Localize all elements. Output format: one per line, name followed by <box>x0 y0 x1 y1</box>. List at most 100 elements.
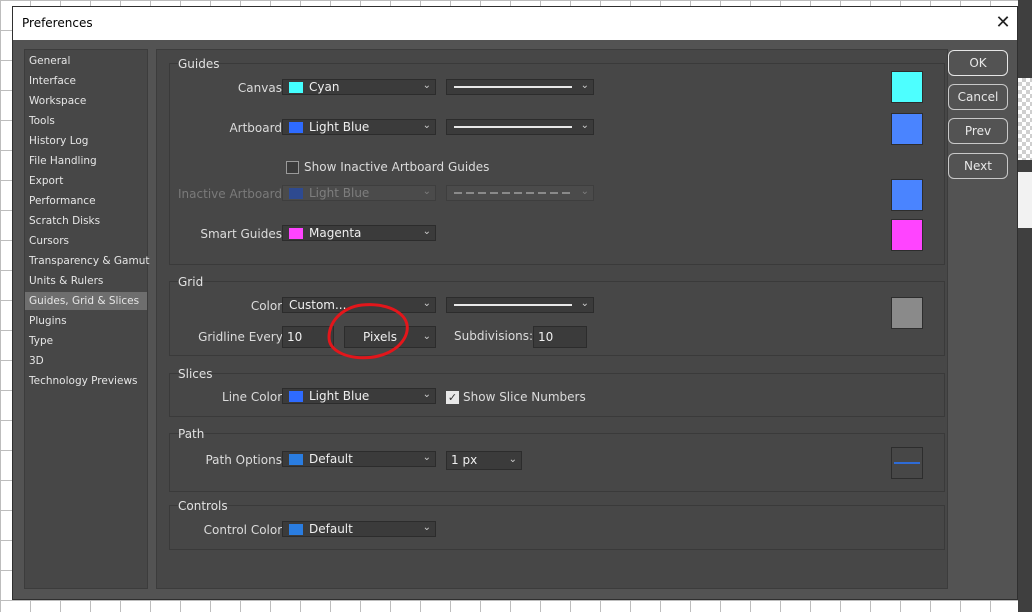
slices-title: Slices <box>178 367 213 381</box>
preferences-content: Guides Canvas: Cyan ⌄ ⌄ Artboard: Light … <box>156 49 948 589</box>
grid-color-value: Custom... <box>289 298 347 312</box>
chevron-down-icon: ⌄ <box>422 331 431 342</box>
chevron-down-icon: ⌄ <box>580 120 589 131</box>
smart-guides-color-swatch[interactable] <box>891 219 923 251</box>
sidebar-item-scratch-disks[interactable]: Scratch Disks <box>25 212 147 230</box>
cancel-button[interactable]: Cancel <box>948 84 1008 110</box>
guides-title: Guides <box>178 57 220 71</box>
artboard-color-chip <box>289 122 303 133</box>
chevron-down-icon: ⌄ <box>580 298 589 309</box>
solid-line-icon <box>454 126 572 128</box>
subdivisions-input[interactable]: 10 <box>533 326 587 348</box>
inactive-artboard-color-swatch[interactable] <box>891 179 923 211</box>
control-color-chip <box>289 524 303 535</box>
slice-line-color-chip <box>289 391 303 402</box>
inactive-artboard-line-style-dropdown: ⌄ <box>446 185 594 201</box>
prev-button[interactable]: Prev <box>948 118 1008 144</box>
sidebar-item-guides-grid-slices[interactable]: Guides, Grid & Slices <box>25 292 147 310</box>
sidebar-item-general[interactable]: General <box>25 52 147 70</box>
inactive-artboard-color-chip <box>289 188 303 199</box>
artboard-color-name: Light Blue <box>309 120 370 134</box>
chevron-down-icon: ⌄ <box>422 522 431 533</box>
canvas-color-dropdown[interactable]: Cyan ⌄ <box>282 79 436 95</box>
path-width-value: 1 px <box>451 453 478 467</box>
sidebar-item-type[interactable]: Type <box>25 332 147 350</box>
path-options-value: Default <box>309 452 353 466</box>
sidebar-item-history-log[interactable]: History Log <box>25 132 147 150</box>
chevron-down-icon: ⌄ <box>422 226 431 237</box>
inactive-artboard-color-dropdown: Light Blue ⌄ <box>282 185 436 201</box>
dashed-line-icon <box>454 192 572 194</box>
canvas-color-chip <box>289 82 303 93</box>
chevron-down-icon: ⌄ <box>422 120 431 131</box>
sidebar-item-file-handling[interactable]: File Handling <box>25 152 147 170</box>
chevron-down-icon: ⌄ <box>422 298 431 309</box>
chevron-down-icon: ⌄ <box>422 389 431 400</box>
gridline-every-label: Gridline Every: <box>198 330 286 344</box>
canvas-label: Canvas: <box>237 81 286 95</box>
subdivisions-label: Subdivisions: <box>454 329 534 343</box>
smart-guides-label: Smart Guides: <box>200 227 286 241</box>
path-options-label: Path Options: <box>205 453 286 467</box>
title-bar: Preferences ✕ <box>13 7 1017 40</box>
slice-line-color-name: Light Blue <box>309 389 370 403</box>
chevron-down-icon: ⌄ <box>508 454 517 465</box>
control-color-label: Control Color: <box>203 523 286 537</box>
sidebar-item-cursors[interactable]: Cursors <box>25 232 147 250</box>
control-color-dropdown[interactable]: Default ⌄ <box>282 521 436 537</box>
sidebar-item-3d[interactable]: 3D <box>25 352 147 370</box>
controls-title: Controls <box>178 499 228 513</box>
preferences-sidebar: General Interface Workspace Tools History Lo… <box>24 49 149 589</box>
show-slice-numbers-checkbox[interactable]: ✓ <box>446 391 459 404</box>
grid-line-style-dropdown[interactable]: ⌄ <box>446 297 594 313</box>
solid-line-icon <box>454 304 572 306</box>
sidebar-item-interface[interactable]: Interface <box>25 72 147 90</box>
solid-line-icon <box>454 86 572 88</box>
canvas-color-swatch[interactable] <box>891 71 923 103</box>
chevron-down-icon: ⌄ <box>422 186 431 197</box>
show-inactive-artboard-label: Show Inactive Artboard Guides <box>304 160 490 174</box>
sidebar-item-export[interactable]: Export <box>25 172 147 190</box>
show-slice-numbers-label: Show Slice Numbers <box>463 390 586 404</box>
sidebar-item-workspace[interactable]: Workspace <box>25 92 147 110</box>
sidebar-item-performance[interactable]: Performance <box>25 192 147 210</box>
chevron-down-icon: ⌄ <box>580 80 589 91</box>
grid-title: Grid <box>178 275 204 289</box>
smart-guides-color-dropdown[interactable]: Magenta ⌄ <box>282 225 436 241</box>
path-title: Path <box>178 427 205 441</box>
sidebar-item-tools[interactable]: Tools <box>25 112 147 130</box>
ok-button[interactable]: OK <box>948 50 1008 76</box>
inactive-artboard-label: Inactive Artboard: <box>178 187 286 201</box>
sidebar-item-plugins[interactable]: Plugins <box>25 312 147 330</box>
artboard-label: Artboard: <box>229 121 286 135</box>
background-transparency-preview <box>1018 78 1032 160</box>
artboard-line-style-dropdown[interactable]: ⌄ <box>446 119 594 135</box>
slice-line-color-label: Line Color: <box>222 390 286 404</box>
next-button[interactable]: Next <box>948 153 1008 179</box>
grid-color-swatch[interactable] <box>891 297 923 329</box>
show-inactive-artboard-checkbox[interactable] <box>286 161 299 174</box>
artboard-color-swatch[interactable] <box>891 113 923 145</box>
smart-guides-color-chip <box>289 228 303 239</box>
artboard-color-dropdown[interactable]: Light Blue ⌄ <box>282 119 436 135</box>
gridline-every-input[interactable]: 10 <box>282 326 334 348</box>
inactive-artboard-color-name: Light Blue <box>309 186 370 200</box>
path-color-chip <box>289 454 303 465</box>
smart-guides-color-name: Magenta <box>309 226 362 240</box>
control-color-value: Default <box>309 522 353 536</box>
sidebar-item-transparency-gamut[interactable]: Transparency & Gamut <box>25 252 149 270</box>
path-width-dropdown[interactable]: 1 px ⌄ <box>446 451 522 470</box>
sidebar-item-technology-previews[interactable]: Technology Previews <box>25 372 147 390</box>
slice-line-color-dropdown[interactable]: Light Blue ⌄ <box>282 388 436 404</box>
close-icon[interactable]: ✕ <box>991 11 1015 35</box>
grid-color-label: Color: <box>250 299 286 313</box>
canvas-line-style-dropdown[interactable]: ⌄ <box>446 79 594 95</box>
chevron-down-icon: ⌄ <box>580 186 589 197</box>
background-layer-preview <box>1018 172 1032 228</box>
path-preview-line <box>894 462 920 464</box>
canvas-color-name: Cyan <box>309 80 340 94</box>
chevron-down-icon: ⌄ <box>422 452 431 463</box>
preferences-dialog: Preferences ✕ General Interface Workspace T… <box>12 6 1018 600</box>
sidebar-item-units-rulers[interactable]: Units & Rulers <box>25 272 147 290</box>
path-options-dropdown[interactable]: Default ⌄ <box>282 451 436 467</box>
